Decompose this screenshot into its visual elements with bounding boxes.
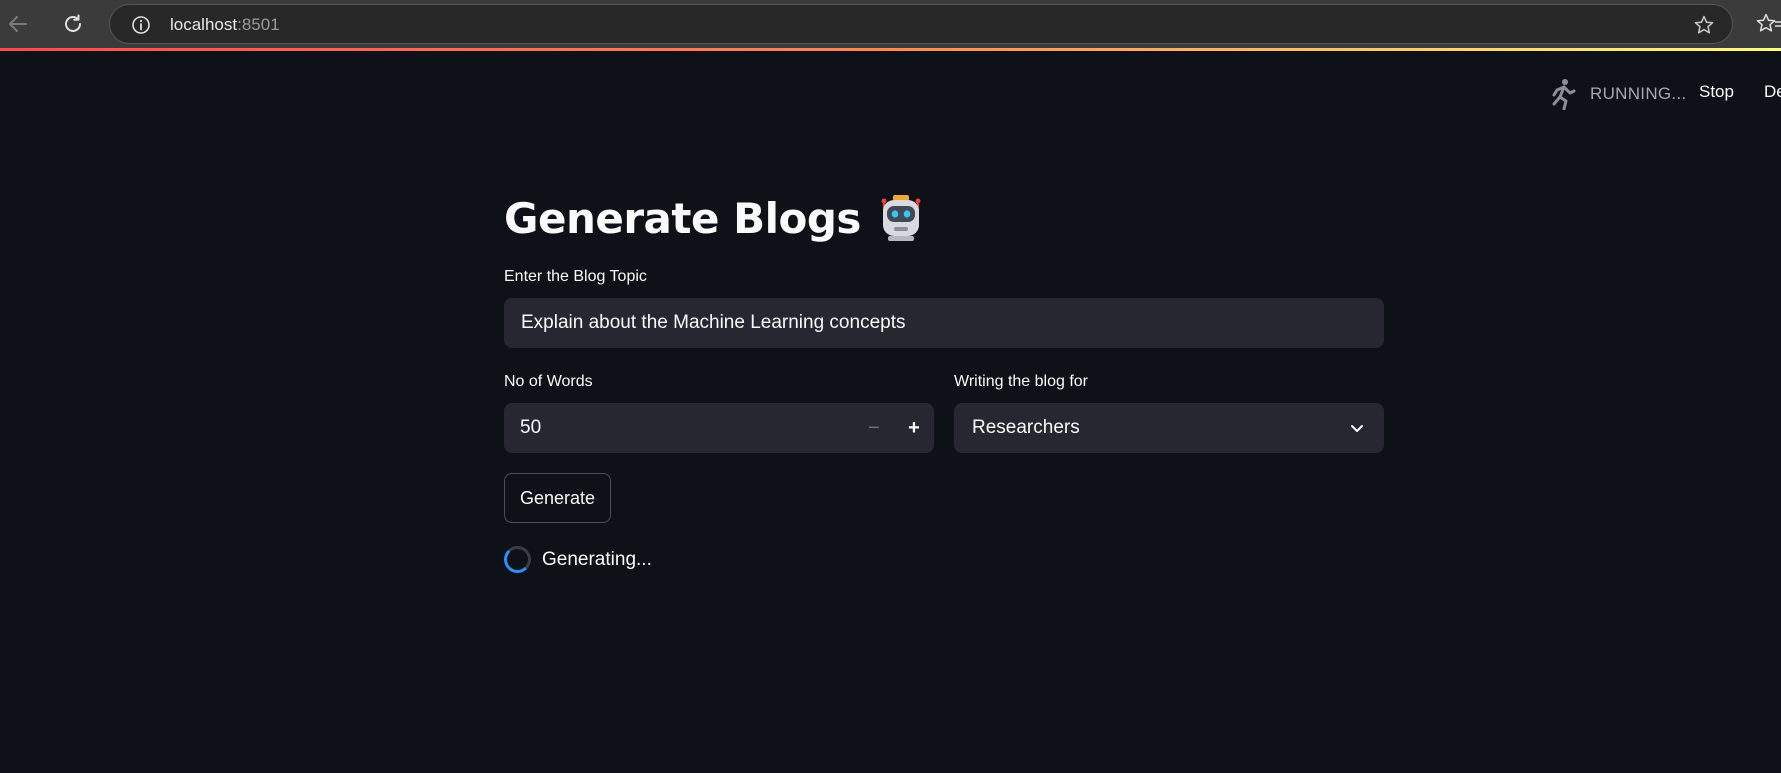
audience-selected-value: Researchers — [972, 417, 1080, 438]
url-host: localhost — [170, 15, 238, 34]
robot-face-icon — [881, 195, 921, 241]
blog-topic-value: Explain about the Machine Learning conce… — [521, 312, 906, 333]
topic-label: Enter the Blog Topic — [504, 268, 647, 285]
generating-status: Generating... — [504, 546, 652, 573]
running-man-icon — [1548, 78, 1578, 110]
page-title: Generate Blogs — [504, 188, 1384, 248]
page-title-text: Generate Blogs — [504, 193, 861, 243]
page-load-progress-bar — [0, 48, 1781, 51]
decrement-button[interactable]: − — [854, 403, 894, 453]
bookmark-star-icon[interactable] — [1692, 13, 1716, 37]
audience-label: Writing the blog for — [954, 373, 1088, 390]
address-bar[interactable]: localhost:8501 — [109, 4, 1733, 44]
back-arrow-icon[interactable] — [2, 8, 34, 40]
word-count-label: No of Words — [504, 373, 593, 390]
blog-topic-input[interactable]: Explain about the Machine Learning conce… — [504, 298, 1384, 348]
app-header: RUNNING... Stop Deploy — [0, 0, 1781, 773]
url-text[interactable]: localhost:8501 — [170, 15, 280, 35]
word-count-value[interactable]: 50 — [504, 417, 854, 439]
audience-select[interactable]: Researchers — [954, 403, 1384, 453]
chevron-down-icon — [1348, 419, 1366, 437]
browser-toolbar: localhost:8501 — [0, 0, 1781, 48]
favorites-icon[interactable] — [1755, 12, 1781, 36]
loading-spinner-icon — [504, 546, 531, 573]
url-port: :8501 — [237, 15, 280, 34]
main-content: Generate Blogs Enter the Blog Topic Expl… — [504, 188, 1384, 573]
running-status: RUNNING... — [1548, 78, 1687, 110]
site-info-icon[interactable] — [130, 14, 152, 36]
stop-button[interactable]: Stop — [1699, 82, 1734, 102]
running-status-text: RUNNING... — [1590, 84, 1687, 103]
reload-icon[interactable] — [57, 8, 89, 40]
word-count-stepper[interactable]: 50 − + — [504, 403, 934, 453]
generating-text: Generating... — [542, 548, 652, 570]
generate-button[interactable]: Generate — [504, 473, 612, 523]
increment-button[interactable]: + — [894, 403, 934, 453]
deploy-button[interactable]: Deploy — [1764, 82, 1781, 102]
